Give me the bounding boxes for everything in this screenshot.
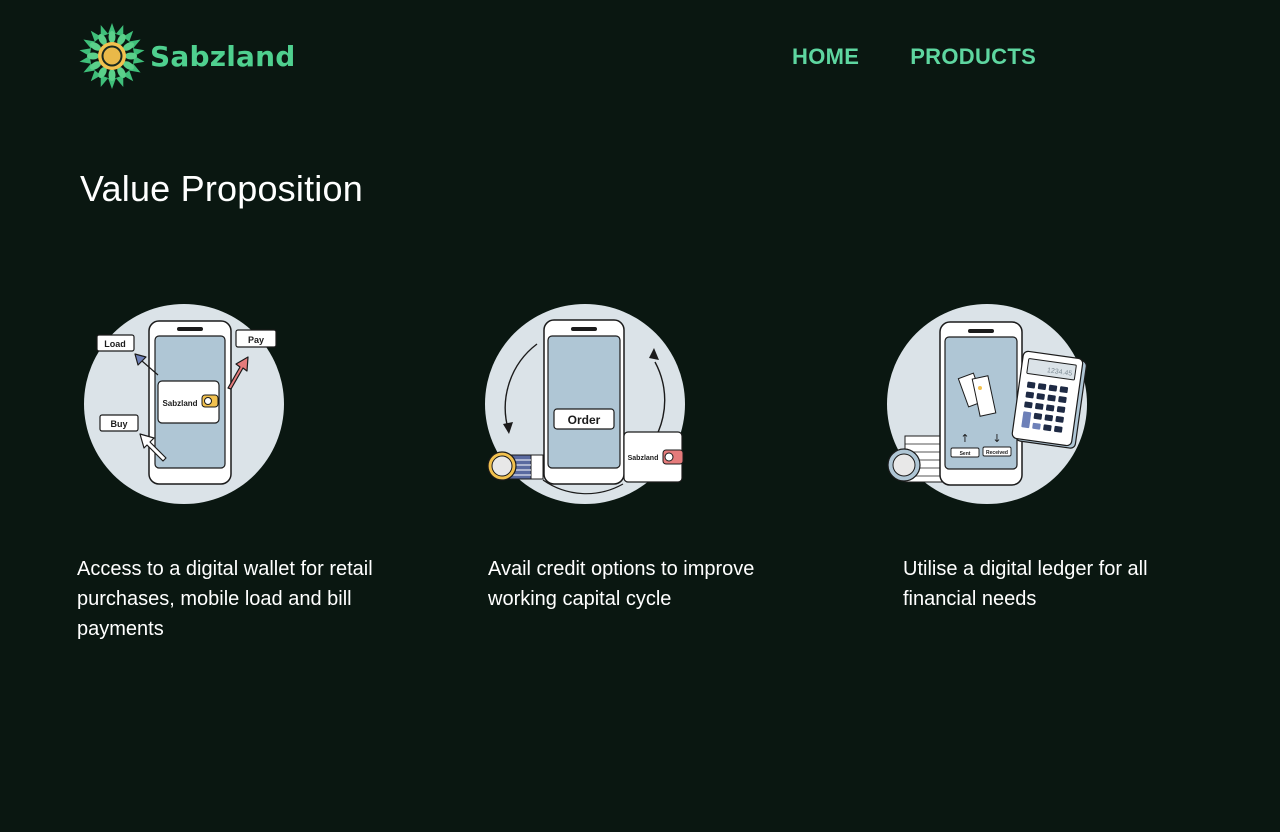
wallet-illustration: Sabzland Load Pay Buy xyxy=(80,302,290,508)
pay-label: Pay xyxy=(248,335,264,345)
ledger-description: Utilise a digital ledger for all financi… xyxy=(903,558,1148,610)
nav-products-link[interactable]: PRODUCTS xyxy=(910,44,1036,70)
arrow-down-icon: ↓ xyxy=(992,432,1001,445)
credit-illustration: Order Sabzland xyxy=(483,302,693,508)
calculator-icon: 1234.45 xyxy=(1011,350,1087,449)
load-label: Load xyxy=(104,339,126,349)
wallet-label: Sabzland xyxy=(628,455,659,462)
sunflower-icon xyxy=(79,23,145,89)
brand-logo[interactable]: Sabzland xyxy=(78,22,295,90)
main-nav: HOME PRODUCTS xyxy=(792,44,1036,70)
page: Sabzland HOME PRODUCTS Value Proposition… xyxy=(0,0,1280,832)
wallet-description: Access to a digital wallet for retail pu… xyxy=(77,558,373,640)
brand-name: Sabzland xyxy=(150,39,296,73)
buy-label: Buy xyxy=(110,419,127,429)
arrow-up-icon: ↑ xyxy=(960,432,969,445)
wallet-label: Sabzland xyxy=(162,399,197,408)
ledger-illustration: ↑ ↓ Sent Received 1234.45 xyxy=(885,302,1095,508)
sent-label: Sent xyxy=(960,451,971,457)
credit-description: Avail credit options to improve working … xyxy=(488,558,755,610)
section-title: Value Proposition xyxy=(80,168,363,209)
received-label: Received xyxy=(986,450,1008,456)
nav-home-link[interactable]: HOME xyxy=(792,44,859,70)
order-label: Order xyxy=(568,413,601,427)
